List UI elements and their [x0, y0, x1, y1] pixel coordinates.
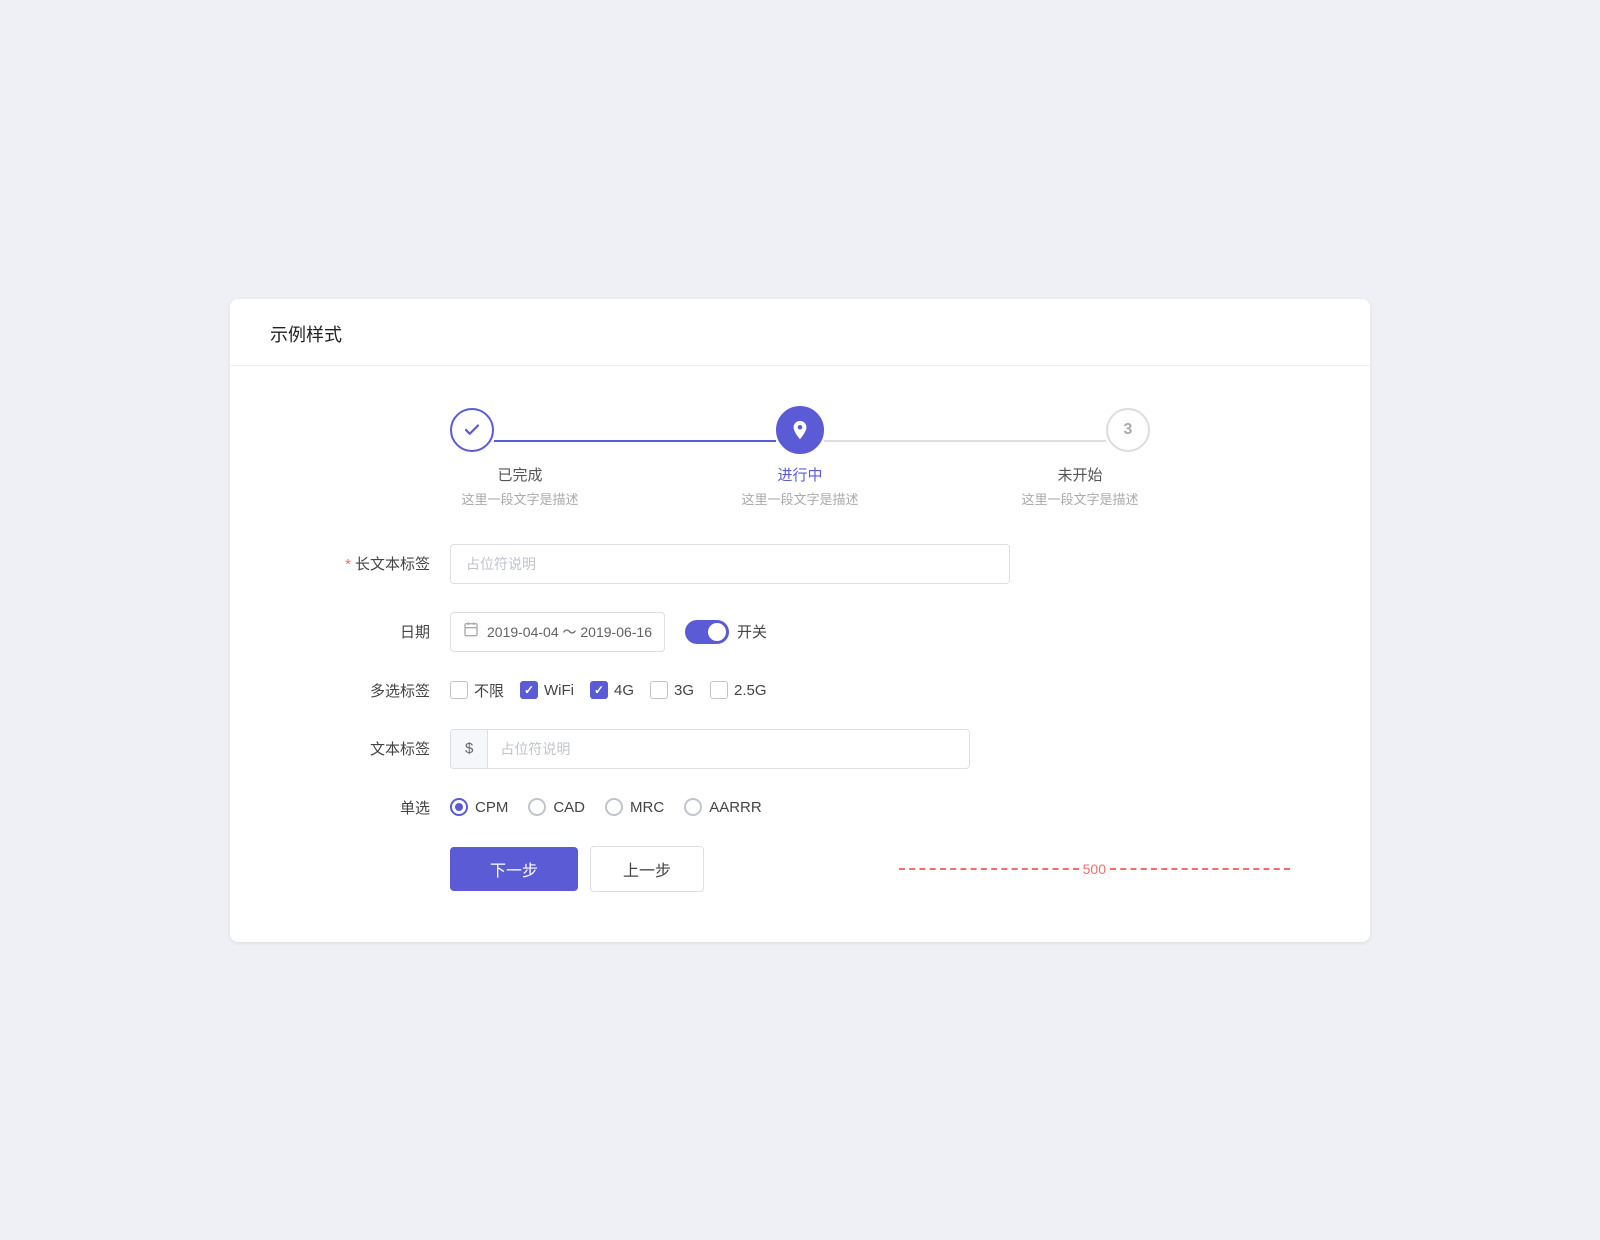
step2-desc: 这里一段文字是描述 — [741, 489, 858, 508]
step3-circle: 3 — [1106, 408, 1150, 452]
checkbox-3g-label: 3G — [674, 682, 694, 699]
text-prefix-input[interactable] — [488, 730, 969, 768]
toggle-label: 开关 — [737, 621, 767, 642]
toggle-switch[interactable] — [685, 620, 729, 644]
connector-1 — [494, 440, 776, 442]
card-body: 3 已完成 这里一段文字是描述 进行中 这里一段文字是描述 — [230, 366, 1370, 942]
steps-container: 3 已完成 这里一段文字是描述 进行中 这里一段文字是描述 — [310, 406, 1290, 508]
dashed-value: 500 — [1083, 861, 1106, 877]
checkbox-25g-box — [710, 681, 728, 699]
radio-cad-label: CAD — [553, 799, 585, 816]
steps-row: 3 — [450, 406, 1150, 454]
prev-button[interactable]: 上一步 — [590, 846, 704, 892]
dashed-line-right — [1110, 868, 1290, 870]
connector-2 — [824, 440, 1106, 442]
checkbox-no-limit-label: 不限 — [474, 680, 504, 701]
long-text-input[interactable] — [450, 544, 1010, 584]
checkbox-3g-box — [650, 681, 668, 699]
spacer2 — [870, 464, 1010, 508]
main-card: 示例样式 — [230, 299, 1370, 942]
spacer1 — [590, 464, 730, 508]
radio-aarrr[interactable]: AARRR — [684, 798, 762, 816]
radio-mrc-label: MRC — [630, 799, 664, 816]
spacer-after-steps — [310, 508, 1290, 544]
step1-title: 已完成 — [497, 464, 542, 485]
checkbox-no-limit[interactable]: 不限 — [450, 680, 504, 701]
page-title: 示例样式 — [230, 299, 1370, 366]
radio-row: 单选 CPM CAD MRC AARRR — [310, 797, 1290, 818]
step2-labels: 进行中 这里一段文字是描述 — [730, 464, 870, 508]
radio-cpm-circle — [450, 798, 468, 816]
dashed-indicator: 500 — [899, 861, 1290, 877]
calendar-icon — [463, 621, 479, 642]
checkbox-4g-label: 4G — [614, 682, 634, 699]
radio-label: 单选 — [310, 797, 430, 818]
prefix-input-wrap: $ — [450, 729, 970, 769]
checkbox-4g[interactable]: 4G — [590, 681, 634, 699]
date-row: 日期 2019-04-04 ～ 2019-06-16 开关 — [310, 612, 1290, 652]
input-prefix-symbol: $ — [451, 730, 488, 768]
checkbox-25g-label: 2.5G — [734, 682, 767, 699]
text-prefix-row: 文本标签 $ — [310, 729, 1290, 769]
checkbox-4g-box — [590, 681, 608, 699]
buttons-row: 下一步 上一步 500 — [310, 846, 1290, 892]
checkbox-group: 不限 WiFi 4G 3G 2.5G — [450, 680, 767, 701]
step2-circle — [776, 406, 824, 454]
radio-mrc[interactable]: MRC — [605, 798, 664, 816]
date-range-value: 2019-04-04 ～ 2019-06-16 — [487, 622, 652, 642]
radio-mrc-circle — [605, 798, 623, 816]
multi-label: 多选标签 — [310, 680, 430, 701]
radio-group: CPM CAD MRC AARRR — [450, 798, 762, 816]
step1-desc: 这里一段文字是描述 — [461, 489, 578, 508]
checkbox-wifi[interactable]: WiFi — [520, 681, 574, 699]
toggle-wrap: 开关 — [685, 620, 767, 644]
checkbox-3g[interactable]: 3G — [650, 681, 694, 699]
checkbox-wifi-label: WiFi — [544, 682, 574, 699]
date-label: 日期 — [310, 621, 430, 642]
radio-aarrr-label: AARRR — [709, 799, 762, 816]
step3-desc: 这里一段文字是描述 — [1021, 489, 1138, 508]
radio-cad[interactable]: CAD — [528, 798, 585, 816]
dashed-line-left — [899, 868, 1079, 870]
checkbox-wifi-box — [520, 681, 538, 699]
date-range-picker[interactable]: 2019-04-04 ～ 2019-06-16 — [450, 612, 665, 652]
radio-aarrr-circle — [684, 798, 702, 816]
steps-labels-row: 已完成 这里一段文字是描述 进行中 这里一段文字是描述 未开始 这里一段文字是描… — [450, 464, 1150, 508]
long-text-label: *长文本标签 — [310, 553, 430, 574]
required-star: * — [345, 556, 351, 573]
step1-labels: 已完成 这里一段文字是描述 — [450, 464, 590, 508]
step1-circle — [450, 408, 494, 452]
next-button[interactable]: 下一步 — [450, 847, 578, 891]
radio-cpm-label: CPM — [475, 799, 508, 816]
checkbox-no-limit-box — [450, 681, 468, 699]
step2-title: 进行中 — [777, 464, 822, 485]
step3-number: 3 — [1124, 421, 1133, 439]
multi-checkbox-row: 多选标签 不限 WiFi 4G 3G — [310, 680, 1290, 701]
radio-cpm[interactable]: CPM — [450, 798, 508, 816]
text-label: 文本标签 — [310, 738, 430, 759]
radio-cad-circle — [528, 798, 546, 816]
checkbox-25g[interactable]: 2.5G — [710, 681, 767, 699]
long-text-row: *长文本标签 — [310, 544, 1290, 584]
step3-labels: 未开始 这里一段文字是描述 — [1010, 464, 1150, 508]
step3-title: 未开始 — [1057, 464, 1102, 485]
